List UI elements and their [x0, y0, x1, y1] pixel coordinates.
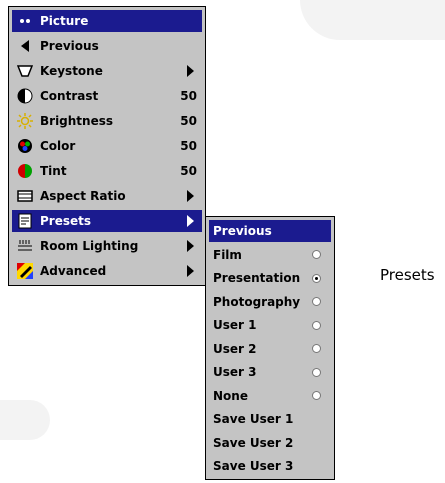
preset-item-label: Presentation [213, 271, 301, 285]
preset-item-save-user-2[interactable]: Save User 2 [209, 432, 331, 454]
preset-item-film[interactable]: Film [209, 244, 331, 266]
preset-item-label: Save User 2 [213, 435, 294, 450]
radio-button[interactable] [312, 273, 321, 283]
menu-item-label: Contrast [40, 89, 99, 103]
menu-item-label: Color [40, 139, 76, 153]
menu-item-advanced[interactable]: Advanced [12, 260, 202, 282]
preset-item-user-3[interactable]: User 3 [209, 361, 331, 383]
preset-item-user-2[interactable]: User 2 [209, 338, 331, 360]
radio-button[interactable] [312, 320, 321, 330]
watermark-shape [300, 0, 445, 40]
menu-item-presets[interactable]: Presets [12, 210, 202, 232]
submenu-arrow-icon [187, 240, 194, 252]
watermark-shape [0, 400, 50, 440]
preset-item-label: User 2 [213, 341, 257, 356]
submenu-arrow-icon [187, 215, 194, 227]
radio-button[interactable] [312, 250, 321, 259]
presets-submenu: Previous Film Presentation Photography User … [205, 216, 335, 480]
menu-item-value: 50 [180, 139, 197, 153]
preset-item-label: Previous [213, 224, 272, 238]
submenu-arrow-icon [187, 65, 194, 77]
preset-item-label: Save User 1 [213, 412, 294, 426]
menu-item-label: Picture [40, 14, 89, 28]
radio-button[interactable] [312, 391, 321, 400]
dots-icon [17, 13, 33, 29]
preset-item-label: User 3 [213, 365, 257, 379]
menu-item-picture[interactable]: Picture [12, 10, 202, 32]
menu-item-label: Advanced [40, 264, 107, 278]
submenu-arrow-icon [187, 190, 194, 202]
menu-item-room-lighting[interactable]: Room Lighting [12, 235, 202, 257]
preset-item-photography[interactable]: Photography [209, 291, 331, 313]
menu-item-label: Previous [40, 39, 99, 53]
caption-text: Presets [380, 266, 435, 284]
radio-button[interactable] [312, 344, 321, 353]
presets-icon [17, 213, 33, 229]
menu-item-value: 50 [180, 164, 197, 178]
menu-item-label: Room Lighting [40, 239, 139, 253]
menu-item-aspect-ratio[interactable]: Aspect Ratio [12, 185, 202, 207]
preset-item-presentation[interactable]: Presentation [209, 267, 331, 289]
menu-item-contrast[interactable]: Contrast 50 [12, 85, 202, 107]
preset-item-previous[interactable]: Previous [209, 220, 331, 242]
menu-item-label: Brightness [40, 114, 114, 128]
preset-item-label: User 1 [213, 318, 257, 332]
menu-item-previous[interactable]: Previous [12, 35, 202, 57]
preset-item-label: Film [213, 247, 242, 262]
menu-item-label: Aspect Ratio [40, 189, 126, 203]
keystone-icon [17, 63, 33, 79]
menu-item-value: 50 [180, 89, 197, 103]
picture-menu: Picture Previous Keystone Contrast 50 Brightn… [8, 6, 206, 286]
menu-item-keystone[interactable]: Keystone [12, 60, 202, 82]
menu-item-label: Presets [40, 214, 92, 228]
brightness-icon [17, 113, 33, 129]
tint-icon [17, 163, 33, 179]
advanced-icon [17, 263, 33, 279]
submenu-arrow-icon [187, 265, 194, 277]
menu-item-label: Keystone [40, 64, 103, 78]
aspect-ratio-icon [17, 188, 33, 204]
menu-item-value: 50 [180, 114, 197, 128]
radio-button[interactable] [312, 297, 321, 306]
menu-item-brightness[interactable]: Brightness 50 [12, 110, 202, 132]
contrast-icon [17, 88, 33, 104]
menu-item-color[interactable]: Color 50 [12, 135, 202, 157]
preset-item-label: None [213, 388, 248, 403]
room-lighting-icon [17, 238, 33, 254]
preset-item-user-1[interactable]: User 1 [209, 314, 331, 336]
radio-button[interactable] [312, 367, 321, 377]
preset-item-save-user-3[interactable]: Save User 3 [209, 455, 331, 477]
menu-item-label: Tint [40, 164, 67, 178]
color-icon [17, 138, 33, 154]
preset-item-none[interactable]: None [209, 385, 331, 407]
preset-item-label: Save User 3 [213, 459, 294, 473]
preset-item-save-user-1[interactable]: Save User 1 [209, 408, 331, 430]
left-arrow-icon [17, 38, 33, 54]
menu-item-tint[interactable]: Tint 50 [12, 160, 202, 182]
preset-item-label: Photography [213, 294, 301, 309]
